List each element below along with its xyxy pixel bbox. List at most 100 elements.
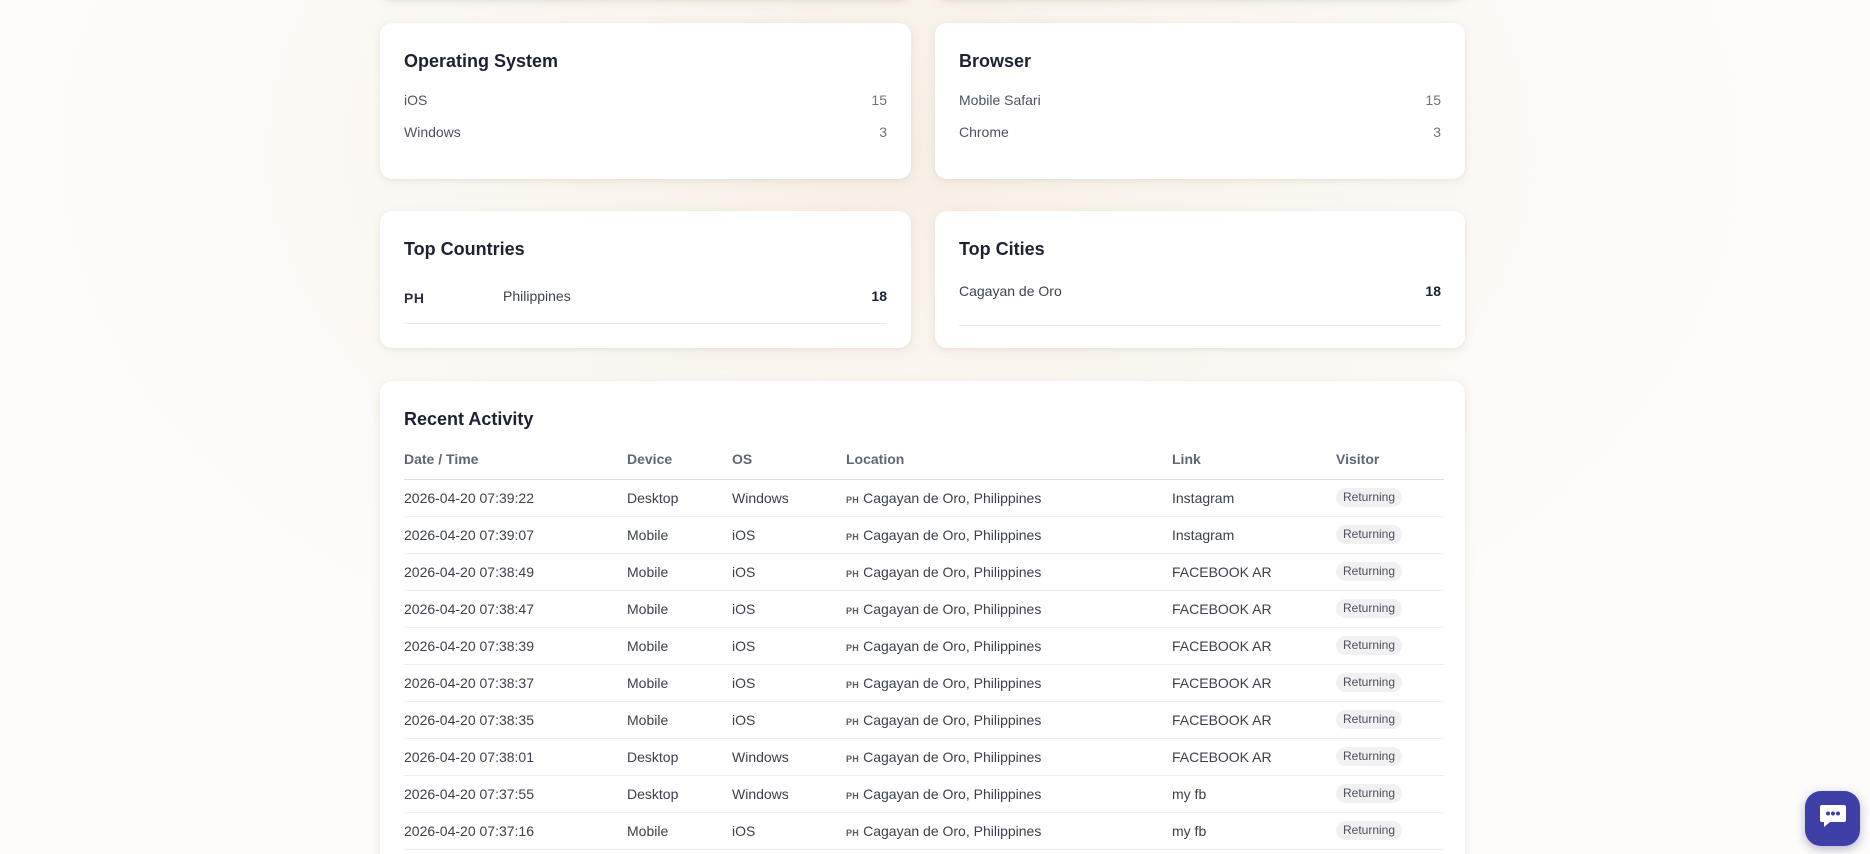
visitor-badge: Returning	[1336, 562, 1403, 581]
row-visitor-cell: Returning	[1336, 812, 1444, 850]
country-flag: PH	[846, 642, 860, 653]
chat-button[interactable]	[1805, 791, 1860, 846]
row-location: Cagayan de Oro, Philippines	[863, 563, 1042, 580]
row-os: iOS	[732, 553, 846, 591]
browser-stat-value: 15	[1425, 92, 1441, 108]
country-flag: PH	[846, 605, 860, 616]
table-row: 2026-04-20 07:39:22 Desktop Windows PH Ca…	[404, 479, 1444, 517]
row-os: Windows	[732, 738, 846, 776]
row-datetime: 2026-04-20 07:39:22	[404, 479, 627, 517]
row-location: Cagayan de Oro, Philippines	[863, 785, 1042, 802]
row-link: FACEBOOK AR	[1172, 738, 1336, 776]
row-device: Mobile	[627, 516, 732, 554]
recent-activity-table: Date / Time Device OS Location Link Visi…	[404, 451, 1444, 850]
row-os: iOS	[732, 627, 846, 665]
row-datetime: 2026-04-20 07:38:01	[404, 738, 627, 776]
row-location: Cagayan de Oro, Philippines	[863, 822, 1042, 839]
country-flag: PH	[846, 827, 860, 838]
browser-stat-value: 3	[1433, 124, 1441, 140]
row-visitor-cell: Returning	[1336, 590, 1444, 628]
visitor-badge: Returning	[1336, 821, 1403, 840]
row-datetime: 2026-04-20 07:38:39	[404, 627, 627, 665]
row-link: Instagram	[1172, 479, 1336, 517]
row-visitor-cell: Returning	[1336, 627, 1444, 665]
recent-activity-title: Recent Activity	[404, 409, 534, 429]
country-flag: PH	[846, 716, 860, 727]
browser-stat-label: Chrome	[959, 124, 1009, 140]
row-datetime: 2026-04-20 07:37:16	[404, 812, 627, 850]
table-row: 2026-04-20 07:37:55 Desktop Windows PH Ca…	[404, 775, 1444, 813]
row-device: Desktop	[627, 775, 732, 813]
column-header-datetime: Date / Time	[404, 451, 627, 480]
row-location-cell: PH Cagayan de Oro, Philippines	[846, 812, 1172, 850]
country-name: Philippines	[503, 288, 571, 304]
row-device: Mobile	[627, 701, 732, 739]
os-card: Operating System iOS 15 Windows 3	[380, 23, 911, 179]
row-os: iOS	[732, 701, 846, 739]
country-flag: PH	[846, 568, 860, 579]
row-device: Mobile	[627, 812, 732, 850]
row-link: Instagram	[1172, 516, 1336, 554]
row-os: iOS	[732, 812, 846, 850]
table-header-row: Date / Time Device OS Location Link Visi…	[404, 451, 1444, 480]
row-link: FACEBOOK AR	[1172, 627, 1336, 665]
country-count: 18	[871, 288, 887, 304]
os-stat-label: iOS	[404, 92, 428, 108]
row-device: Mobile	[627, 590, 732, 628]
row-device: Mobile	[627, 664, 732, 702]
table-row: 2026-04-20 07:38:01 Desktop Windows PH Ca…	[404, 738, 1444, 776]
column-header-link: Link	[1172, 451, 1336, 480]
row-location-cell: PH Cagayan de Oro, Philippines	[846, 627, 1172, 665]
visitor-badge: Returning	[1336, 747, 1403, 766]
column-header-os: OS	[732, 451, 846, 480]
row-os: Windows	[732, 479, 846, 517]
row-visitor-cell: Returning	[1336, 775, 1444, 813]
row-location: Cagayan de Oro, Philippines	[863, 674, 1042, 691]
visitor-badge: Returning	[1336, 784, 1403, 803]
row-location-cell: PH Cagayan de Oro, Philippines	[846, 516, 1172, 554]
top-countries-title: Top Countries	[404, 239, 525, 259]
browser-card-title: Browser	[959, 51, 1032, 71]
row-visitor-cell: Returning	[1336, 664, 1444, 702]
row-location-cell: PH Cagayan de Oro, Philippines	[846, 553, 1172, 591]
os-card-title: Operating System	[404, 51, 559, 71]
top-countries-card: Top Countries PH Philippines 18	[380, 211, 911, 348]
row-os: Windows	[732, 775, 846, 813]
city-name: Cagayan de Oro	[959, 283, 1062, 299]
row-link: FACEBOOK AR	[1172, 590, 1336, 628]
visitor-badge: Returning	[1336, 599, 1403, 618]
row-location: Cagayan de Oro, Philippines	[863, 711, 1042, 728]
row-datetime: 2026-04-20 07:38:47	[404, 590, 627, 628]
os-stat-value: 3	[879, 124, 887, 140]
row-location: Cagayan de Oro, Philippines	[863, 489, 1042, 506]
table-row: 2026-04-20 07:38:49 Mobile iOS PH Cagayan…	[404, 553, 1444, 591]
row-device: Mobile	[627, 553, 732, 591]
visitor-badge: Returning	[1336, 525, 1403, 544]
os-stat-row: Windows 3	[404, 124, 887, 140]
os-stat-row: iOS 15	[404, 92, 887, 108]
browser-stat-row: Chrome 3	[959, 124, 1441, 140]
row-datetime: 2026-04-20 07:38:49	[404, 553, 627, 591]
row-os: iOS	[732, 664, 846, 702]
city-row: Cagayan de Oro 18	[959, 280, 1441, 326]
table-row: 2026-04-20 07:38:39 Mobile iOS PH Cagayan…	[404, 627, 1444, 665]
row-datetime: 2026-04-20 07:38:35	[404, 701, 627, 739]
browser-stat-label: Mobile Safari	[959, 92, 1041, 108]
row-device: Desktop	[627, 479, 732, 517]
row-link: FACEBOOK AR	[1172, 553, 1336, 591]
row-visitor-cell: Returning	[1336, 516, 1444, 554]
row-device: Desktop	[627, 738, 732, 776]
row-os: iOS	[732, 590, 846, 628]
country-flag: PH	[846, 679, 860, 690]
table-row: 2026-04-20 07:38:35 Mobile iOS PH Cagayan…	[404, 701, 1444, 739]
column-header-location: Location	[846, 451, 1172, 480]
row-location: Cagayan de Oro, Philippines	[863, 637, 1042, 654]
row-visitor-cell: Returning	[1336, 738, 1444, 776]
recent-activity-card: Recent Activity Date / Time Device OS Lo…	[380, 381, 1465, 854]
table-row: 2026-04-20 07:37:16 Mobile iOS PH Cagayan…	[404, 812, 1444, 850]
row-location-cell: PH Cagayan de Oro, Philippines	[846, 479, 1172, 517]
row-visitor-cell: Returning	[1336, 553, 1444, 591]
row-location-cell: PH Cagayan de Oro, Philippines	[846, 701, 1172, 739]
row-location: Cagayan de Oro, Philippines	[863, 748, 1042, 765]
row-location: Cagayan de Oro, Philippines	[863, 526, 1042, 543]
